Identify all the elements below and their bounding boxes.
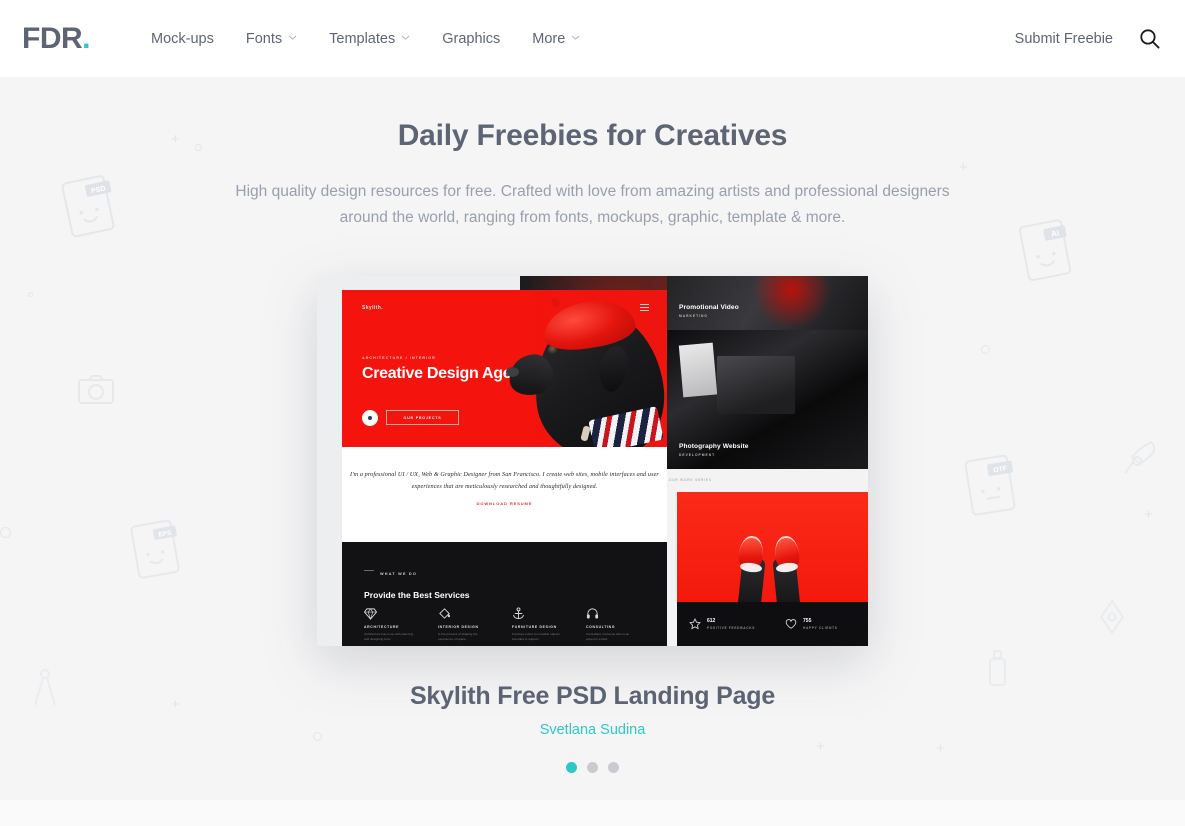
chevron-down-icon xyxy=(401,33,410,42)
service-text: Is the process of shaping the experience… xyxy=(438,631,478,641)
service-item: FURNITURE DESIGN Furniture refers to mov… xyxy=(512,603,562,642)
hero-section: Daily Freebies for Creatives High qualit… xyxy=(0,77,1185,232)
preview-services-headline: Provide the Best Services xyxy=(364,589,470,600)
nav-label: Graphics xyxy=(442,30,501,47)
nav-item-graphics[interactable]: Graphics xyxy=(426,31,516,47)
stat-item: 755 HAPPY CLIENTS xyxy=(785,618,838,630)
preview-quote-block: I'm a professional UI / UX, Web & Graphi… xyxy=(342,446,667,542)
nav-label: More xyxy=(532,30,566,47)
preview-right-panel: Promotional Video MARKETING Photography … xyxy=(667,275,868,646)
site-logo[interactable]: FDR. xyxy=(22,21,90,55)
preview-services-row: ARCHITECTURE Architecture has to do with… xyxy=(364,603,636,642)
main-nav: Mock-ups Fonts Templates Graphics More xyxy=(135,31,596,47)
heart-icon xyxy=(785,618,797,630)
featured-carousel: Skylith. ARCHITECTURE / INTERIOR Creativ… xyxy=(0,275,1185,773)
nav-item-more[interactable]: More xyxy=(516,31,596,47)
preview-card-label: Promotional Video MARKETING xyxy=(679,304,739,318)
site-header: FDR. Mock-ups Fonts Templates Graphics M… xyxy=(0,0,1185,77)
service-text: Consultant, someone who is an expert in … xyxy=(586,631,630,641)
anchor-icon xyxy=(512,603,562,620)
service-name: INTERIOR DESIGN xyxy=(438,624,479,629)
page-title: Daily Freebies for Creatives xyxy=(397,119,788,152)
card-subtitle: DEVELOPMENT xyxy=(679,452,716,457)
stat-label: POSITIVE FEEDBACKS xyxy=(707,625,756,630)
nav-item-mockups[interactable]: Mock-ups xyxy=(135,31,230,47)
service-item: INTERIOR DESIGN Is the process of shapin… xyxy=(438,603,488,642)
service-text: Architecture has to do with planning and… xyxy=(364,631,414,641)
service-text: Furniture refers to movable objects inte… xyxy=(512,631,560,641)
stat-item: 612 POSITIVE FEEDBACKS xyxy=(689,618,755,630)
stat-label: HAPPY CLIENTS xyxy=(803,625,838,630)
preview-services-kicker: WHAT WE DO xyxy=(380,571,418,576)
service-name: ARCHITECTURE xyxy=(364,624,400,629)
service-name: FURNITURE DESIGN xyxy=(512,624,557,629)
section-divider xyxy=(0,800,1185,826)
carousel-dot-2[interactable] xyxy=(587,761,598,773)
preview-services-block: WHAT WE DO Provide the Best Services ARC… xyxy=(342,541,667,646)
dog-photo xyxy=(471,290,667,447)
nav-label: Templates xyxy=(329,30,396,47)
preview-cta-button: OUR PROJECTS xyxy=(386,410,459,426)
search-icon[interactable] xyxy=(1139,28,1160,49)
star-icon xyxy=(689,617,701,630)
featured-item-author[interactable]: Svetlana Sudina xyxy=(0,722,1185,738)
preview-left-panel: Skylith. ARCHITECTURE / INTERIOR Creativ… xyxy=(342,289,667,646)
carousel-dot-3[interactable] xyxy=(608,761,619,773)
service-item: ARCHITECTURE Architecture has to do with… xyxy=(364,603,414,642)
hero-subtitle: High quality design resources for free. … xyxy=(235,182,950,227)
service-name: CONSULTING xyxy=(586,624,616,629)
page-root: FDR. Mock-ups Fonts Templates Graphics M… xyxy=(0,0,1185,826)
diamond-icon xyxy=(364,603,414,620)
carousel-dots xyxy=(0,761,1185,773)
logo-text: FDR xyxy=(22,21,83,55)
paint-bucket-icon xyxy=(438,603,488,620)
preview-quote-link: DOWNLOAD RESUME xyxy=(476,500,533,506)
preview-gap-label: OUR WORK SERIES xyxy=(667,468,868,492)
preview-stats-bar: 612 POSITIVE FEEDBACKS 755 HAPPY CLIENTS xyxy=(677,601,868,646)
nav-item-fonts[interactable]: Fonts xyxy=(230,31,313,47)
gap-text: OUR WORK SERIES xyxy=(669,477,712,482)
preview-eyebrow: ARCHITECTURE / INTERIOR xyxy=(362,355,436,360)
nav-item-templates[interactable]: Templates xyxy=(313,31,426,47)
chevron-down-icon xyxy=(571,33,580,42)
chevron-down-icon xyxy=(288,33,297,42)
card-title: Promotional Video xyxy=(679,303,739,311)
card-subtitle: MARKETING xyxy=(679,313,708,318)
preview-video-card: Promotional Video MARKETING xyxy=(667,275,868,330)
carousel-dot-1[interactable] xyxy=(566,761,577,773)
preview-quote-text: I'm a professional UI / UX, Web & Graphi… xyxy=(350,470,659,491)
preview-cta-row: OUR PROJECTS xyxy=(362,409,459,426)
submit-freebie-link[interactable]: Submit Freebie xyxy=(1015,31,1113,47)
service-item: CONSULTING Consultant, someone who is an… xyxy=(586,603,636,642)
preview-card-label: Photography Website DEVELOPMENT xyxy=(679,443,749,457)
featured-item-title[interactable]: Skylith Free PSD Landing Page xyxy=(0,682,1185,711)
preview-hero-block: Skylith. ARCHITECTURE / INTERIOR Creativ… xyxy=(342,289,667,447)
preview-brand: Skylith. xyxy=(362,304,383,311)
play-icon xyxy=(362,409,378,426)
logo-dot: . xyxy=(82,21,90,55)
header-actions: Submit Freebie xyxy=(1015,28,1160,49)
featured-preview-image[interactable]: Skylith. ARCHITECTURE / INTERIOR Creativ… xyxy=(317,275,868,646)
card-title: Photography Website xyxy=(679,442,749,450)
headphones-icon xyxy=(586,603,636,620)
preview-photography-card: Photography Website DEVELOPMENT xyxy=(667,329,868,469)
preview-shoes-photo xyxy=(677,491,868,602)
preview-canvas: Skylith. ARCHITECTURE / INTERIOR Creativ… xyxy=(317,275,868,646)
nav-label: Fonts xyxy=(245,30,283,47)
nav-label: Mock-ups xyxy=(151,30,214,47)
stat-value: 755 xyxy=(803,617,812,624)
stat-value: 612 xyxy=(707,617,716,624)
